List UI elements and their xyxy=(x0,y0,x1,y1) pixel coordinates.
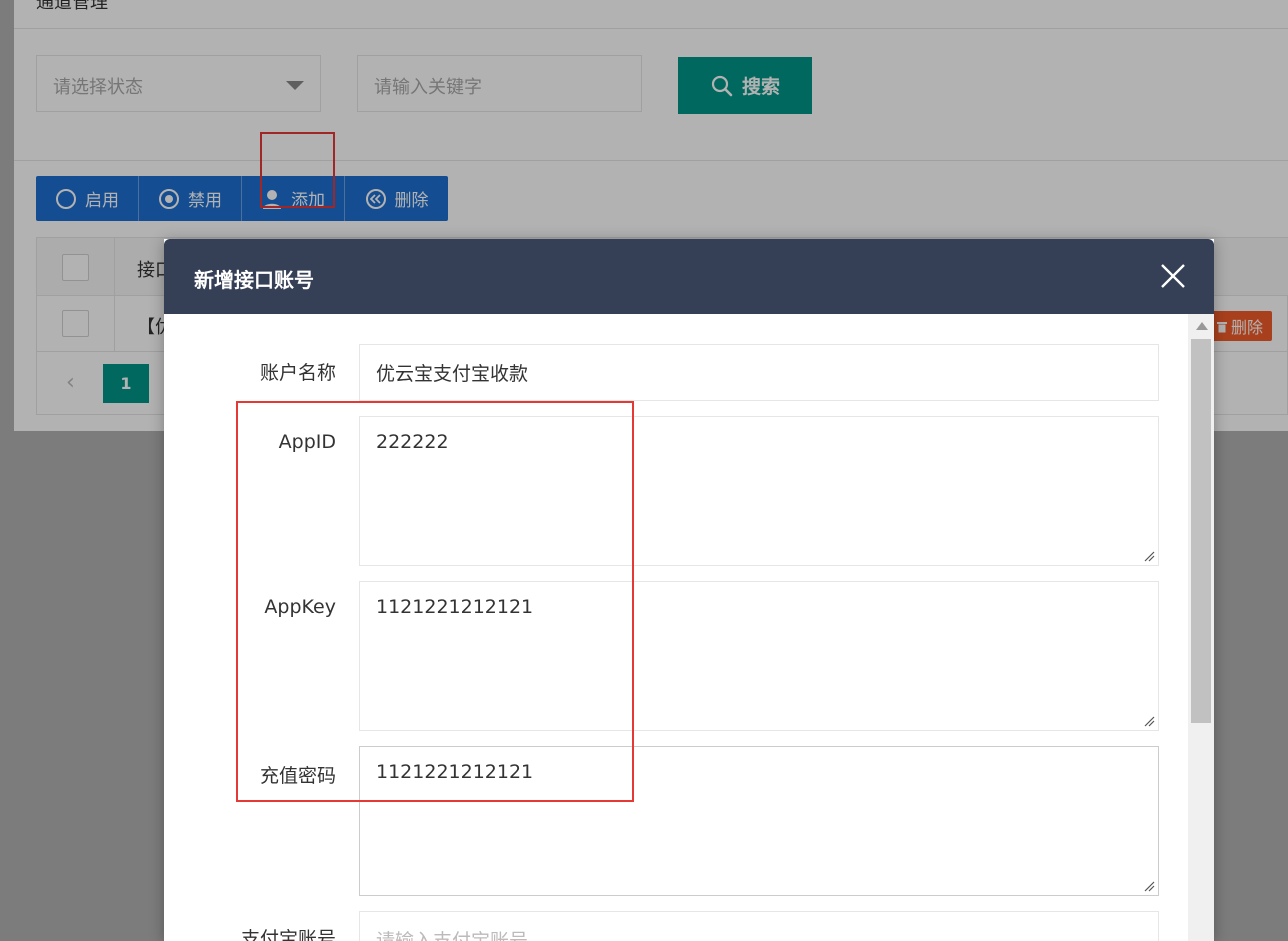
resize-grip-icon[interactable] xyxy=(1143,715,1155,727)
alipay-account-input[interactable]: 请输入支付宝账号 xyxy=(359,911,1159,941)
account-name-label: 账户名称 xyxy=(259,362,336,384)
scroll-up-icon[interactable] xyxy=(1196,322,1208,330)
modal-scrollbar[interactable] xyxy=(1188,314,1214,941)
modal-header: 新增接口账号 xyxy=(164,239,1214,314)
fields-highlight xyxy=(236,401,634,802)
account-name-value: 优云宝支付宝收款 xyxy=(376,363,529,385)
resize-grip-icon[interactable] xyxy=(1143,550,1155,562)
close-icon[interactable] xyxy=(1158,261,1188,291)
resize-grip-icon[interactable] xyxy=(1143,880,1155,892)
modal-title: 新增接口账号 xyxy=(194,268,314,292)
alipay-account-placeholder: 请输入支付宝账号 xyxy=(376,930,529,941)
account-name-input[interactable]: 优云宝支付宝收款 xyxy=(359,344,1159,401)
alipay-account-label: 支付宝账号 xyxy=(240,928,336,941)
scroll-thumb[interactable] xyxy=(1191,339,1211,723)
